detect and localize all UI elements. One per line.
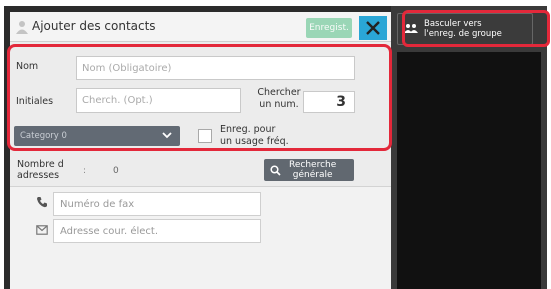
right-preview-area — [397, 52, 541, 289]
global-search-button[interactable]: Recherche générale — [264, 159, 354, 181]
search-icon — [270, 164, 281, 176]
address-count-row: Nombre d adresses : 0 Recherche générale — [10, 158, 391, 186]
form-highlight-frame — [7, 44, 392, 151]
title-bar: Ajouter des contacts Enregist. — [10, 12, 391, 42]
contact-methods-area: Numéro de fax Adresse cour. élect. — [10, 186, 391, 289]
address-count-separator: : — [83, 166, 87, 176]
save-button[interactable]: Enregist. — [306, 18, 352, 38]
global-search-label: Recherche générale — [289, 160, 337, 180]
person-icon — [16, 21, 28, 34]
fax-number-input[interactable]: Numéro de fax — [53, 192, 261, 216]
group-button-highlight-frame — [402, 10, 550, 47]
email-address-input[interactable]: Adresse cour. élect. — [53, 219, 261, 243]
envelope-icon — [36, 225, 48, 235]
right-pane: Basculer vers l'enreg. de groupe — [391, 6, 547, 289]
address-count-value: 0 — [113, 166, 119, 176]
close-button[interactable] — [359, 16, 387, 40]
phone-icon — [37, 197, 47, 208]
page-title: Ajouter des contacts — [32, 19, 156, 33]
close-icon — [366, 21, 380, 35]
address-count-label: Nombre d adresses — [17, 159, 64, 181]
